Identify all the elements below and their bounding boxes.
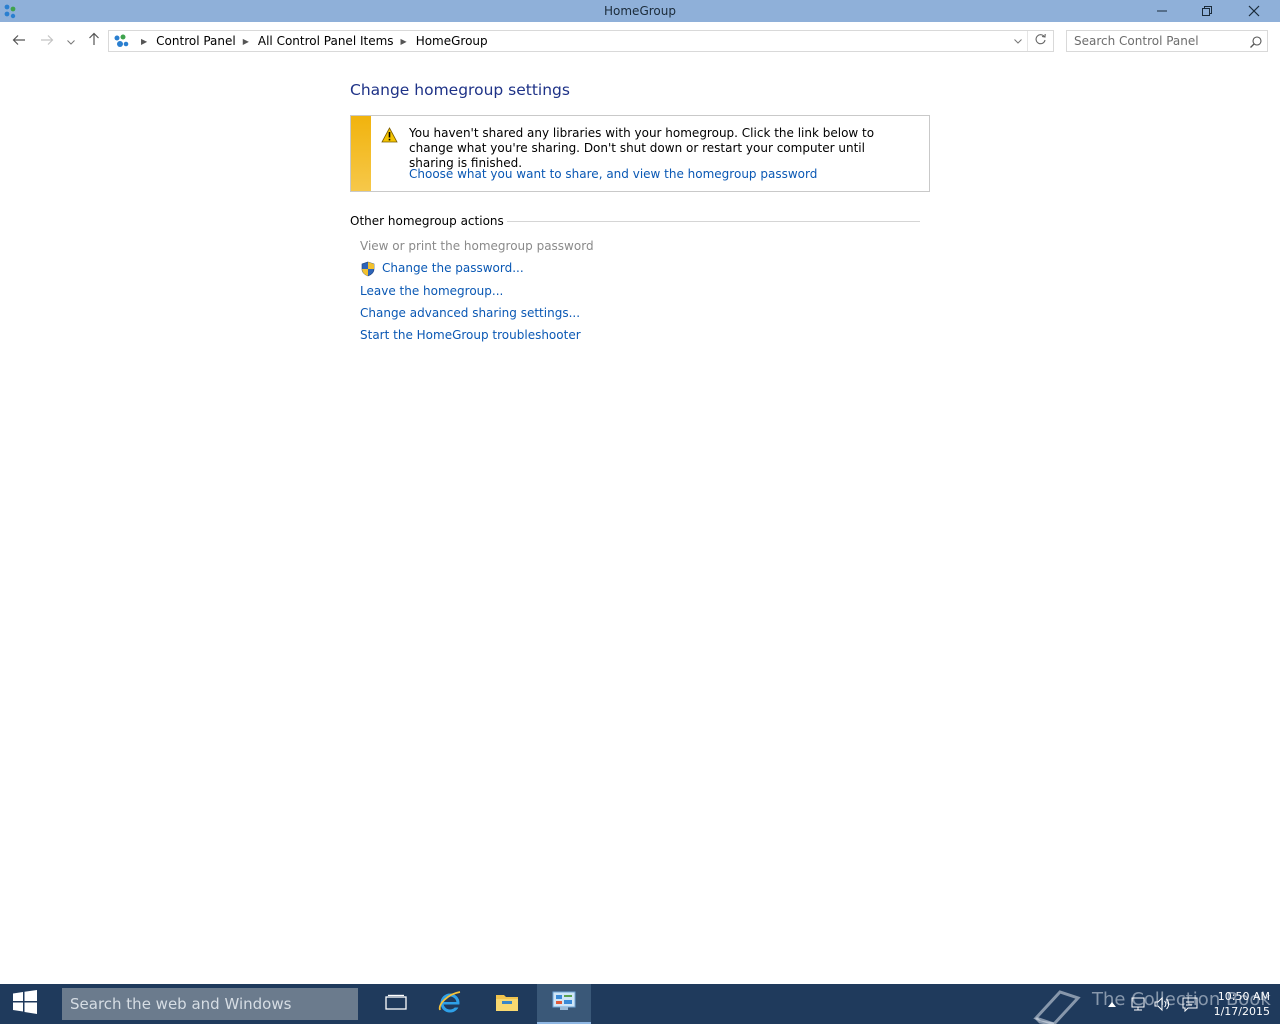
- folder-icon: [495, 992, 519, 1016]
- internet-explorer-icon: [438, 990, 462, 1018]
- control-panel-icon: [552, 991, 576, 1015]
- arrow-left-icon: [12, 31, 26, 50]
- search-input[interactable]: [1067, 31, 1243, 51]
- advanced-sharing-settings-link[interactable]: Change advanced sharing settings...: [360, 306, 580, 320]
- back-button[interactable]: [10, 31, 28, 49]
- homegroup-troubleshooter-link[interactable]: Start the HomeGroup troubleshooter: [360, 328, 581, 342]
- choose-what-to-share-link[interactable]: Choose what you want to share, and view …: [409, 167, 817, 181]
- chevron-right-icon[interactable]: ▶: [243, 37, 249, 46]
- network-icon[interactable]: [1130, 996, 1146, 1012]
- title-bar: HomeGroup: [0, 0, 1280, 22]
- clock-time: 10:50 AM: [1217, 990, 1270, 1003]
- up-button[interactable]: [85, 31, 103, 49]
- uac-shield-icon: [360, 261, 376, 277]
- restore-button[interactable]: [1184, 0, 1230, 22]
- breadcrumb-all-control-panel-items[interactable]: All Control Panel Items: [258, 34, 394, 48]
- volume-icon[interactable]: [1154, 996, 1170, 1012]
- view-print-password-link: View or print the homegroup password: [360, 239, 594, 253]
- warning-icon: [381, 127, 398, 143]
- chevron-right-icon[interactable]: ▶: [401, 37, 407, 46]
- section-heading-label: Other homegroup actions: [350, 214, 507, 228]
- breadcrumb-control-panel[interactable]: Control Panel: [156, 34, 236, 48]
- homegroup-icon: [112, 33, 130, 49]
- file-explorer-button[interactable]: [480, 984, 534, 1024]
- warning-message: You haven't shared any libraries with yo…: [409, 126, 875, 170]
- address-dropdown-button[interactable]: [1011, 34, 1025, 48]
- book-icon: [1030, 984, 1082, 1026]
- taskbar-search-box[interactable]: Search the web and Windows: [62, 988, 358, 1020]
- address-bar[interactable]: ▶ Control Panel ▶ All Control Panel Item…: [108, 30, 1054, 52]
- close-button[interactable]: [1231, 0, 1277, 22]
- taskbar: Search the web and Windows The Collectio…: [0, 984, 1280, 1026]
- refresh-icon: [1034, 33, 1047, 49]
- task-view-icon: [385, 994, 407, 1014]
- warning-stripe: [351, 116, 371, 191]
- recent-locations-button[interactable]: [62, 31, 80, 49]
- windows-logo-icon: [12, 990, 38, 1018]
- refresh-button[interactable]: [1027, 31, 1053, 51]
- arrow-up-icon: [88, 31, 100, 50]
- clock-date: 1/17/2015: [1213, 1005, 1270, 1018]
- control-panel-taskbar-button[interactable]: [537, 984, 591, 1024]
- chevron-down-icon: [66, 31, 76, 50]
- forward-button[interactable]: [38, 31, 56, 49]
- window-title: HomeGroup: [604, 4, 676, 18]
- arrow-right-icon: [40, 31, 54, 50]
- system-clock[interactable]: 10:50 AM 1/17/2015: [1206, 989, 1270, 1019]
- navigation-bar: ▶ Control Panel ▶ All Control Panel Item…: [0, 28, 1280, 54]
- breadcrumb: ▶ Control Panel ▶ All Control Panel Item…: [134, 34, 488, 48]
- show-hidden-icons-button[interactable]: [1104, 996, 1120, 1012]
- action-center-icon[interactable]: [1182, 996, 1198, 1012]
- search-icon[interactable]: [1249, 34, 1263, 48]
- start-button[interactable]: [0, 984, 50, 1024]
- internet-explorer-button[interactable]: [423, 984, 477, 1024]
- other-actions-heading: Other homegroup actions: [350, 214, 920, 230]
- page-title: Change homegroup settings: [350, 81, 570, 99]
- chevron-right-icon[interactable]: ▶: [141, 37, 147, 46]
- minimize-button[interactable]: [1139, 0, 1185, 22]
- warning-panel: You haven't shared any libraries with yo…: [350, 115, 930, 192]
- leave-homegroup-link[interactable]: Leave the homegroup...: [360, 284, 503, 298]
- search-box: [1066, 30, 1268, 52]
- task-view-button[interactable]: [369, 984, 423, 1024]
- change-password-link[interactable]: Change the password...: [382, 261, 524, 275]
- breadcrumb-homegroup[interactable]: HomeGroup: [416, 34, 488, 48]
